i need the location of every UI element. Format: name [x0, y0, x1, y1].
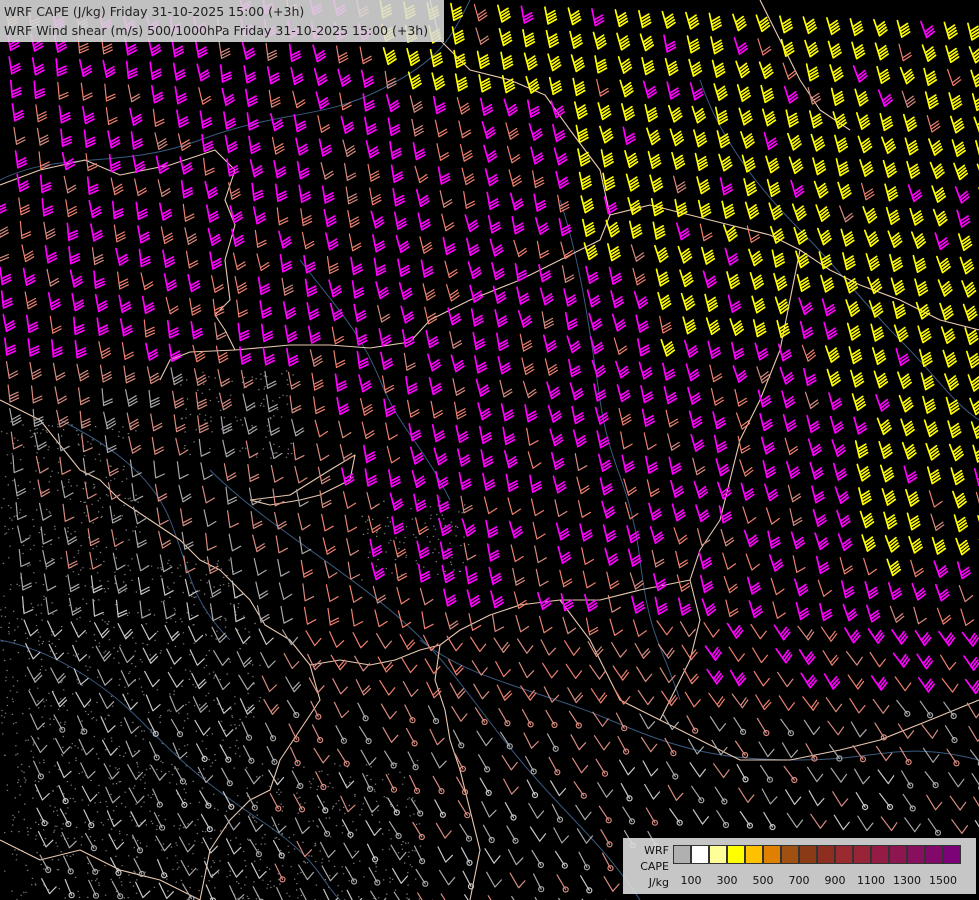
legend-tick: 500: [752, 874, 774, 887]
legend-unit-label: J/kg: [648, 876, 669, 889]
title-line-cape: WRF CAPE (J/kg) Friday 31-10-2025 15:00 …: [4, 4, 305, 19]
legend-tick: 1500: [929, 874, 957, 887]
legend-swatch: [727, 845, 745, 864]
map-background: [0, 0, 979, 900]
legend-tick: 900: [824, 874, 846, 887]
legend-model-label: WRF: [644, 844, 669, 857]
legend-swatch: [691, 845, 709, 864]
legend-swatch: [817, 845, 835, 864]
title-line-wind-shear: WRF Wind shear (m/s) 500/1000hPa Friday …: [4, 23, 429, 38]
legend-tick: 300: [716, 874, 738, 887]
legend-tick-labels: 100 300 500 700 900 1100 1300 1500: [673, 874, 973, 888]
legend-swatch: [943, 845, 961, 864]
legend-swatch: [889, 845, 907, 864]
legend-tick: 1300: [893, 874, 921, 887]
cape-legend: WRF CAPE J/kg 100 300 500 700 900 1100 1300 150…: [623, 838, 976, 894]
legend-swatch: [781, 845, 799, 864]
legend-swatch: [871, 845, 889, 864]
legend-swatch: [835, 845, 853, 864]
legend-tick: 100: [680, 874, 702, 887]
legend-variable-label: CAPE: [640, 860, 669, 873]
legend-swatch: [673, 845, 691, 864]
legend-swatch: [907, 845, 925, 864]
weather-map: [0, 0, 979, 900]
legend-swatch: [745, 845, 763, 864]
map-title-box: WRF CAPE (J/kg) Friday 31-10-2025 15:00 …: [0, 0, 444, 42]
legend-swatch: [853, 845, 871, 864]
legend-swatch: [925, 845, 943, 864]
legend-swatch: [763, 845, 781, 864]
legend-swatch: [709, 845, 727, 864]
legend-tick: 1100: [857, 874, 885, 887]
legend-tick: 700: [788, 874, 810, 887]
legend-color-scale: [673, 845, 961, 864]
legend-swatch: [799, 845, 817, 864]
